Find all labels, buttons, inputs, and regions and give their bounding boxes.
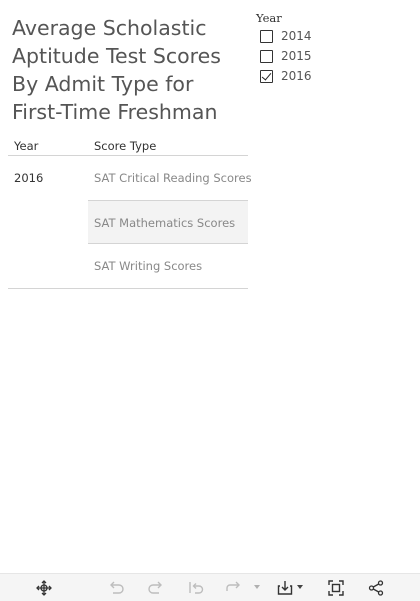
table-row-critical-reading[interactable]: SAT Critical Reading Scores <box>88 156 252 200</box>
filter-option-2016[interactable]: 2016 <box>260 66 406 86</box>
move-icon[interactable] <box>35 579 53 597</box>
refresh-icon[interactable] <box>224 579 242 597</box>
table-body: 2016 SAT Critical Reading Scores SAT Mat… <box>8 156 252 289</box>
download-dropdown-icon[interactable] <box>297 585 303 589</box>
checkbox-2015[interactable] <box>260 49 273 63</box>
filter-option-label: 2016 <box>281 69 312 83</box>
filter-option-label: 2015 <box>281 49 312 63</box>
table-header: Year Score Type <box>8 137 248 156</box>
download-icon[interactable] <box>276 579 294 597</box>
fullscreen-icon[interactable] <box>327 579 345 597</box>
year-filter: Year 2014 2015 2016 <box>256 10 406 86</box>
year-cell[interactable]: 2016 <box>14 171 43 185</box>
bottom-toolbar <box>0 573 420 601</box>
dashboard-title: Average Scholastic Aptitude Test Scores … <box>12 16 221 124</box>
filter-option-2014[interactable]: 2014 <box>260 26 406 46</box>
checkbox-2014[interactable] <box>260 29 273 43</box>
filter-option-label: 2014 <box>281 29 312 43</box>
share-icon[interactable] <box>367 579 385 597</box>
redo-icon[interactable] <box>147 579 165 597</box>
revert-icon[interactable] <box>187 579 205 597</box>
undo-icon[interactable] <box>107 579 125 597</box>
column-header-score-type[interactable]: Score Type <box>94 139 156 153</box>
table-row-writing[interactable]: SAT Writing Scores <box>88 244 248 288</box>
year-filter-label: Year <box>256 11 282 25</box>
scores-table: Year Score Type 2016 SAT Critical Readin… <box>8 137 252 289</box>
refresh-dropdown-icon[interactable] <box>254 585 260 589</box>
table-row-mathematics[interactable]: SAT Mathematics Scores <box>88 200 248 244</box>
checkbox-2016[interactable] <box>260 69 273 83</box>
column-header-year[interactable]: Year <box>14 139 38 153</box>
filter-option-2015[interactable]: 2015 <box>260 46 406 66</box>
